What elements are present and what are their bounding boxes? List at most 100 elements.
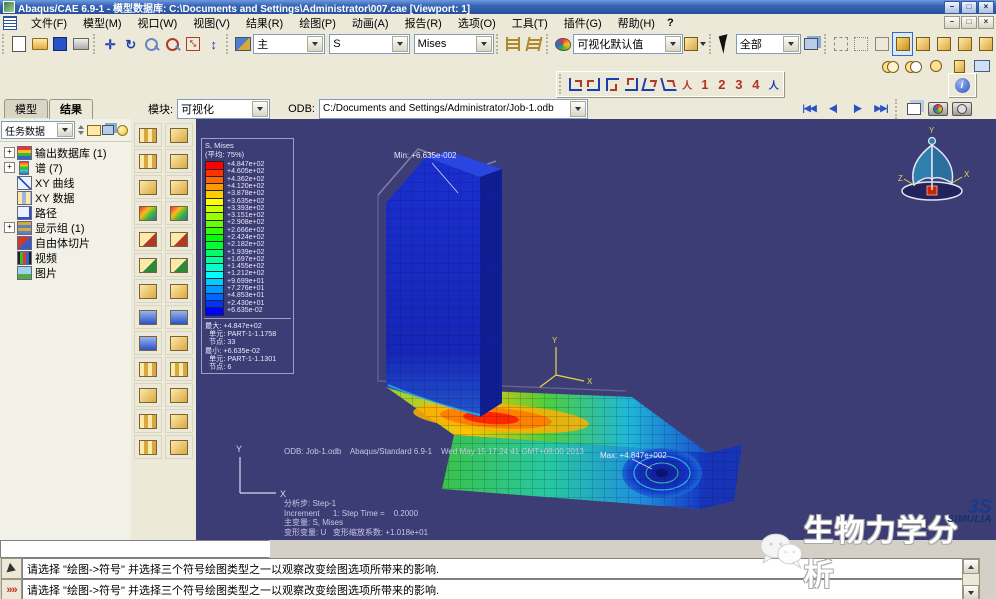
menu-item[interactable]: 帮助(H) — [610, 14, 663, 32]
toolbox-button[interactable] — [134, 279, 162, 303]
toolbox-button[interactable] — [134, 227, 162, 251]
menu-item[interactable]: 文件(F) — [23, 14, 75, 32]
color-code-combo[interactable]: 可视化默认值 — [573, 34, 683, 54]
toolbox-button[interactable] — [165, 253, 193, 277]
tree-item[interactable]: XY 曲线 — [2, 175, 131, 190]
front-view-button[interactable] — [566, 74, 585, 94]
tree-spinner[interactable] — [77, 125, 84, 135]
bottom-view-button[interactable] — [622, 74, 641, 94]
context-help-icon[interactable]: ? — [667, 17, 674, 29]
box-zoom-button[interactable] — [162, 32, 183, 56]
view-cube-4-button[interactable] — [975, 32, 996, 56]
toolbox-button[interactable] — [134, 357, 162, 381]
collapse-all-icon[interactable] — [86, 122, 101, 138]
selection-filter-combo[interactable]: 全部 — [735, 34, 802, 54]
right-view-button[interactable] — [659, 74, 678, 94]
toolbar-grip[interactable] — [559, 74, 564, 94]
menu-item[interactable]: 视口(W) — [130, 14, 186, 32]
expand-messages-button[interactable]: »» — [1, 579, 22, 599]
iso-view-button[interactable]: 人 — [678, 74, 697, 94]
toolbar-grip[interactable] — [823, 34, 829, 54]
left-view-button[interactable] — [640, 74, 659, 94]
prompt-box[interactable] — [0, 540, 270, 558]
snapshot-button[interactable] — [950, 97, 974, 121]
toolbox-button[interactable] — [134, 201, 162, 225]
auto-fit-view-button[interactable]: ⤡ — [183, 32, 204, 56]
user-view-button[interactable]: 2 — [713, 74, 730, 94]
custom-view-button[interactable]: 人 — [764, 74, 783, 94]
toolbox-button[interactable] — [165, 409, 193, 433]
toolbar-grip[interactable] — [708, 34, 714, 54]
tree-item[interactable]: 图片 — [2, 265, 131, 280]
toolbox-button[interactable] — [165, 305, 193, 329]
toolbox-button[interactable] — [165, 331, 193, 355]
copy-viewport-button[interactable] — [902, 97, 926, 121]
toolbox-button[interactable] — [165, 149, 193, 173]
ladder-slant-tool-button[interactable] — [523, 32, 544, 56]
tab-results[interactable]: 结果 — [49, 98, 93, 119]
toolbox-button[interactable] — [165, 227, 193, 251]
maximize-button[interactable]: □ — [961, 0, 977, 14]
toolbox-button[interactable] — [134, 331, 162, 355]
tree-filter-combo[interactable]: 任务数据 — [1, 121, 75, 139]
print-button[interactable] — [71, 32, 92, 56]
boolean-replace-icon[interactable] — [878, 54, 901, 78]
boolean-add-icon[interactable] — [901, 54, 924, 78]
save-button[interactable] — [50, 32, 71, 56]
previous-frame-button[interactable]: ◀| — [821, 97, 845, 121]
sync-tree-icon[interactable] — [101, 122, 115, 138]
tree-item[interactable]: 自由体切片 — [2, 235, 131, 250]
dynamic-zoom-button[interactable]: ↕ — [203, 32, 224, 56]
toolbox-button[interactable] — [165, 123, 193, 147]
toolbar-grip[interactable] — [225, 34, 231, 54]
user-view-button[interactable]: 4 — [747, 74, 764, 94]
new-file-button[interactable] — [9, 32, 30, 56]
minimize-button[interactable]: – — [944, 0, 960, 14]
tree-item[interactable]: + 谱 (7) — [2, 160, 131, 175]
module-combo[interactable]: 可视化 — [177, 98, 271, 119]
tree-item[interactable]: + 显示组 (1) — [2, 220, 131, 235]
first-frame-button[interactable]: |◀◀ — [797, 97, 821, 121]
toolbox-button[interactable] — [165, 357, 193, 381]
print-color-button[interactable] — [926, 97, 950, 121]
perspective-button[interactable] — [872, 32, 893, 56]
back-view-button[interactable] — [584, 74, 603, 94]
toolbox-button[interactable] — [165, 383, 193, 407]
top-view-button[interactable] — [603, 74, 622, 94]
color-cube-dropdown-button[interactable] — [683, 32, 707, 56]
viewport[interactable]: Y X Y X Z X Y S, Mises (平均: 75%) +4.847e… — [196, 119, 996, 540]
menu-item[interactable]: 绘图(P) — [291, 14, 344, 32]
select-from-overlap-button[interactable] — [801, 32, 822, 56]
view-cube-3-button[interactable] — [954, 32, 975, 56]
user-view-button[interactable]: 1 — [696, 74, 713, 94]
toolbox-button[interactable] — [134, 175, 162, 199]
mdi-restore-button[interactable]: □ — [961, 16, 977, 29]
toolbar-grip[interactable] — [546, 34, 551, 54]
toolbar-grip[interactable] — [496, 34, 501, 54]
shaded-render-button[interactable] — [892, 32, 914, 56]
toolbox-button[interactable] — [134, 253, 162, 277]
boolean-remove-icon[interactable] — [924, 54, 947, 78]
menu-item[interactable]: 选项(O) — [450, 14, 504, 32]
select-cursor-icon[interactable] — [715, 32, 736, 56]
next-frame-button[interactable]: |▶ — [845, 97, 869, 121]
menu-item[interactable]: 视图(V) — [185, 14, 238, 32]
toolbox-button[interactable] — [134, 123, 162, 147]
toolbox-button[interactable] — [165, 201, 193, 225]
mdi-close-button[interactable]: × — [978, 16, 994, 29]
last-frame-button[interactable]: ▶▶| — [869, 97, 893, 121]
toolbox-button[interactable] — [134, 435, 162, 459]
rotate-view-button[interactable]: ↻ — [121, 32, 142, 56]
expand-icon[interactable]: + — [4, 162, 15, 173]
query-info-button[interactable]: i — [948, 73, 976, 97]
toolbox-button[interactable] — [134, 149, 162, 173]
menu-item[interactable]: 模型(M) — [75, 14, 130, 32]
toolbox-button[interactable] — [134, 305, 162, 329]
view-cube-2-button[interactable] — [934, 32, 955, 56]
tree-item[interactable]: 路径 — [2, 205, 131, 220]
mdi-minimize-button[interactable]: – — [944, 16, 960, 29]
hidden-line-render-button[interactable] — [851, 32, 872, 56]
open-file-button[interactable] — [29, 32, 50, 56]
prompt-arrow-button[interactable] — [1, 558, 22, 579]
tree-item[interactable]: + 输出数据库 (1) — [2, 145, 131, 160]
